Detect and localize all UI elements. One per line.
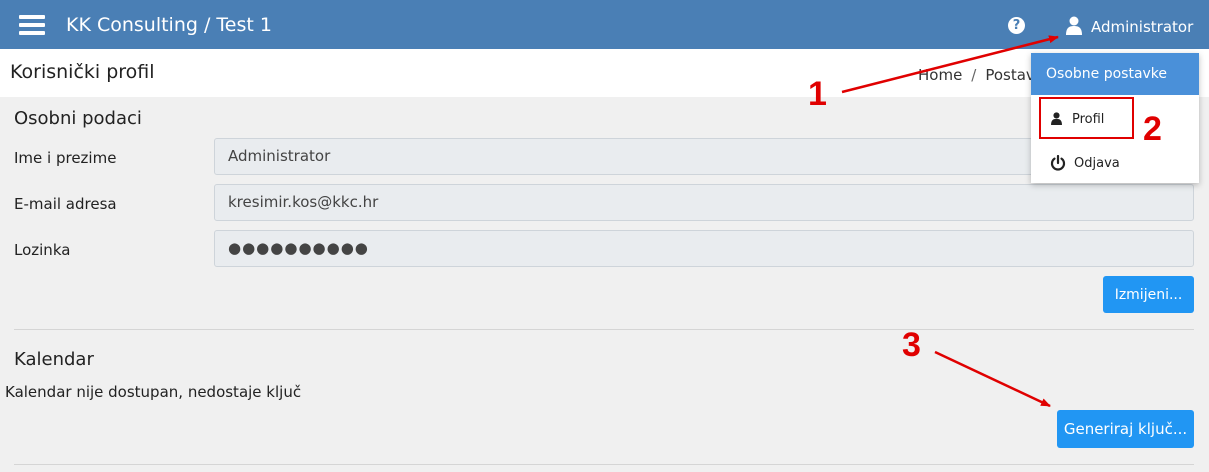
annotation-arrow-3 xyxy=(934,350,1051,408)
annotation-arrows xyxy=(841,35,1059,408)
annotation-arrow-1 xyxy=(841,35,1059,94)
